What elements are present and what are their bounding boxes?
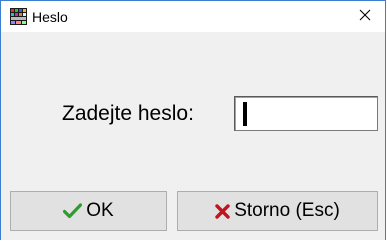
password-prompt-label: Zadejte heslo:: [62, 102, 194, 125]
ok-button-label: OK: [86, 200, 114, 221]
x-icon: [215, 203, 230, 219]
ok-button[interactable]: OK: [10, 191, 167, 231]
text-caret: [243, 102, 247, 126]
window-title: Heslo: [32, 9, 68, 25]
checkmark-icon: [63, 203, 83, 219]
password-field[interactable]: [234, 96, 378, 131]
cancel-button[interactable]: Storno (Esc): [177, 191, 378, 231]
keyboard-app-icon: [10, 8, 27, 25]
title-bar[interactable]: Heslo: [1, 1, 385, 32]
cancel-button-label: Storno (Esc): [234, 200, 340, 221]
password-dialog-window: Heslo Zadejte heslo: OK Storno (Esc): [0, 0, 386, 240]
close-button[interactable]: [345, 1, 385, 32]
dialog-body: Zadejte heslo: OK Storno (Esc): [1, 32, 385, 240]
close-icon: [359, 8, 371, 26]
